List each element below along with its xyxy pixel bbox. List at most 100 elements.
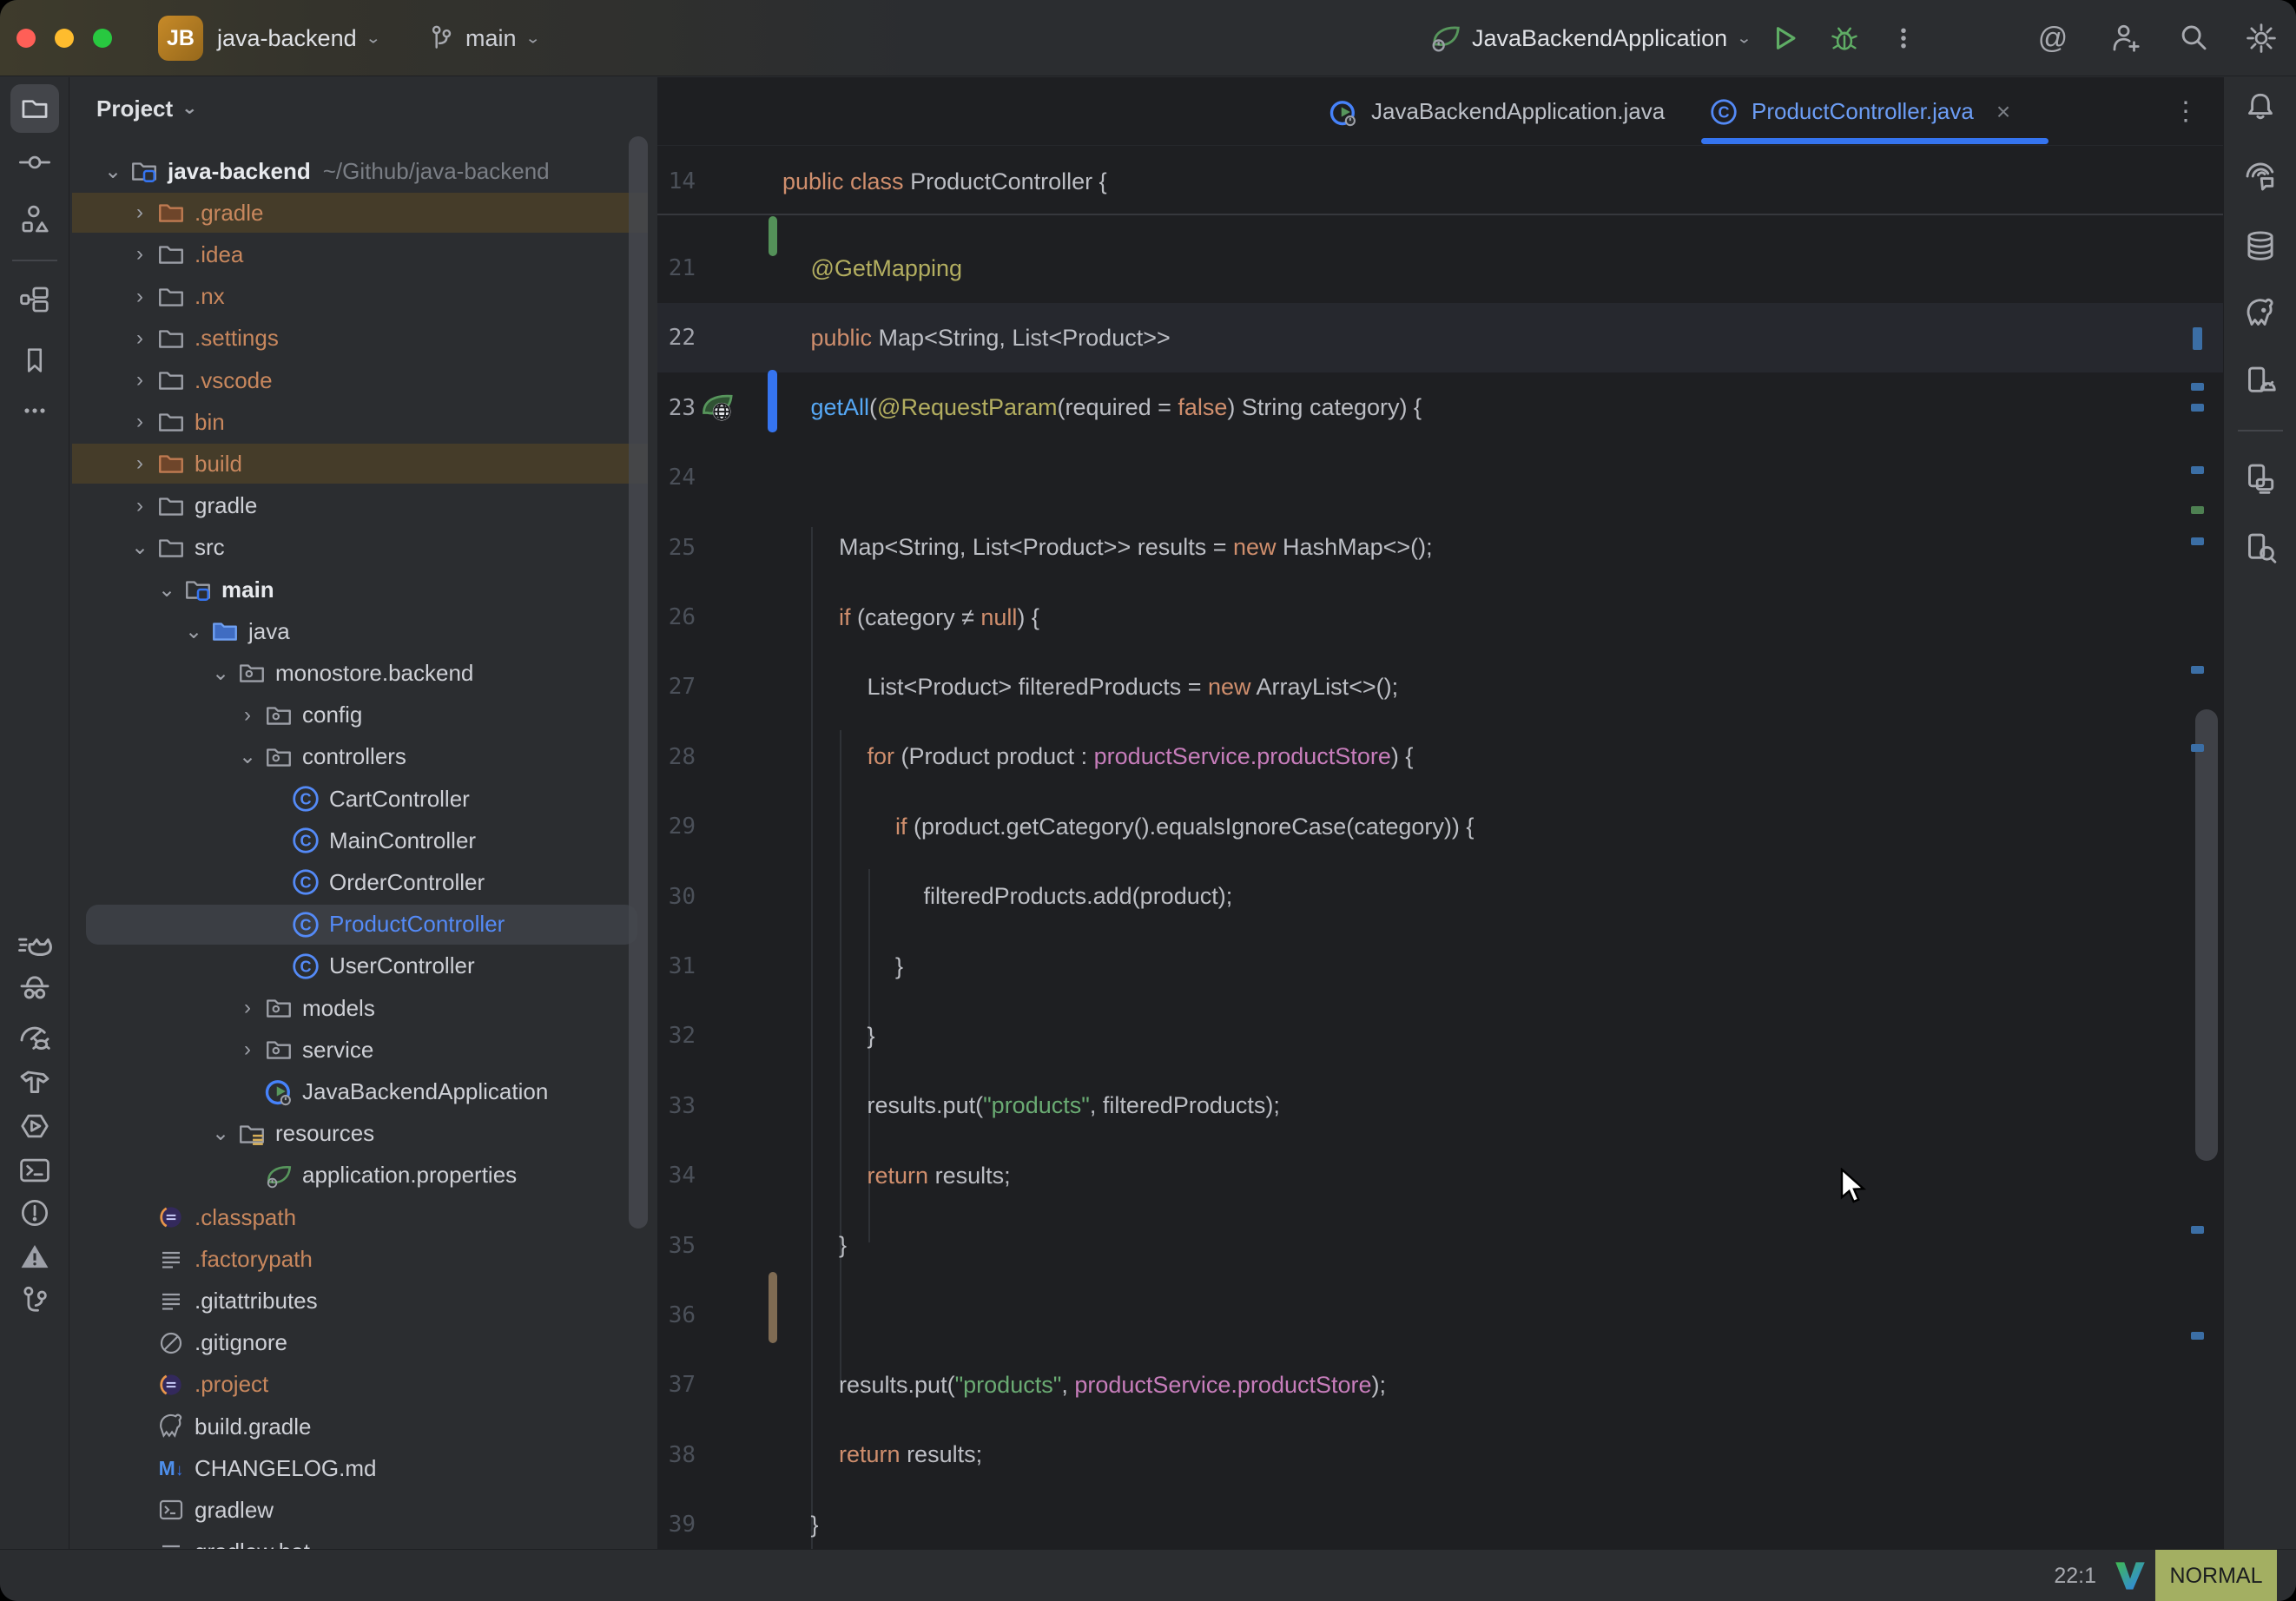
profiler-icon[interactable] bbox=[16, 1017, 54, 1055]
search-icon[interactable] bbox=[2176, 21, 2211, 56]
tree-item--project[interactable]: .project bbox=[70, 1364, 656, 1406]
line-number[interactable]: 39 bbox=[657, 1490, 696, 1549]
run-config-selector[interactable]: JavaBackendApplication ⌄ bbox=[1428, 0, 1752, 76]
stripe-mark-changed[interactable] bbox=[2191, 744, 2204, 752]
spring-request-mapping-icon[interactable] bbox=[699, 389, 737, 427]
project-folder-icon[interactable] bbox=[10, 84, 59, 133]
terminal-icon[interactable] bbox=[16, 1151, 54, 1189]
run-services-icon[interactable] bbox=[16, 1107, 54, 1145]
code-line-28[interactable]: 28for (Product product : productService.… bbox=[657, 722, 2223, 792]
windows-icon[interactable] bbox=[16, 280, 54, 319]
gradle-icon[interactable] bbox=[2241, 294, 2280, 333]
line-number[interactable]: 33 bbox=[657, 1071, 696, 1141]
line-number[interactable]: 32 bbox=[657, 1001, 696, 1071]
tree-item--vscode[interactable]: ›.vscode bbox=[70, 359, 656, 401]
code-line-31[interactable]: 31} bbox=[657, 932, 2223, 1001]
code-line-21[interactable]: 21@GetMapping bbox=[657, 234, 2223, 303]
more-tools-icon[interactable] bbox=[16, 392, 54, 430]
stripe-mark-changed[interactable] bbox=[2191, 537, 2204, 545]
tree-item-gradlew[interactable]: gradlew bbox=[70, 1489, 656, 1531]
tree-item-usercontroller[interactable]: CUserController bbox=[70, 945, 656, 987]
code-line-30[interactable]: 30filteredProducts.add(product); bbox=[657, 862, 2223, 932]
chevron-expanded-icon[interactable]: ⌄ bbox=[206, 1121, 235, 1146]
chevron-collapsed-icon[interactable]: › bbox=[233, 996, 262, 1020]
code-line-37[interactable]: 37results.put("products", productService… bbox=[657, 1350, 2223, 1420]
code-line-27[interactable]: 27List<Product> filteredProducts = new A… bbox=[657, 652, 2223, 721]
line-number[interactable]: 21 bbox=[657, 234, 696, 303]
build-icon[interactable] bbox=[16, 1062, 54, 1100]
tree-item-java[interactable]: ⌄java bbox=[70, 610, 656, 652]
commit-icon[interactable] bbox=[16, 143, 54, 181]
tree-item-cartcontroller[interactable]: CCartController bbox=[70, 778, 656, 820]
tree-item--gradle[interactable]: ›.gradle bbox=[70, 192, 656, 234]
code-line-24[interactable]: 24 bbox=[657, 443, 2223, 512]
add-user-icon[interactable] bbox=[2108, 21, 2143, 56]
chevron-collapsed-icon[interactable]: › bbox=[125, 410, 155, 434]
stripe-mark-changed[interactable] bbox=[2193, 327, 2202, 350]
chevron-collapsed-icon[interactable]: › bbox=[125, 201, 155, 225]
chevron-expanded-icon[interactable]: ⌄ bbox=[152, 577, 181, 603]
stripe-mark-changed[interactable] bbox=[2191, 1332, 2204, 1340]
code-line-29[interactable]: 29if (product.getCategory().equalsIgnore… bbox=[657, 792, 2223, 861]
minimize-window-button[interactable] bbox=[55, 29, 74, 48]
incognito-icon[interactable] bbox=[16, 968, 54, 1006]
vcs-modified-marker[interactable] bbox=[769, 1272, 777, 1343]
line-number[interactable]: 14 bbox=[657, 147, 696, 216]
vcs-added-marker[interactable] bbox=[769, 216, 777, 256]
branch-selector[interactable]: main ⌄ bbox=[424, 0, 541, 76]
tree-item-build-gradle[interactable]: build.gradle bbox=[70, 1406, 656, 1447]
maximize-window-button[interactable] bbox=[93, 29, 112, 48]
sticky-line-class-declaration[interactable]: 14public class ProductController { bbox=[657, 147, 2223, 215]
project-tree-scrollbar[interactable] bbox=[629, 136, 648, 1229]
database-icon[interactable] bbox=[2241, 227, 2280, 265]
code-line-32[interactable]: 32} bbox=[657, 1001, 2223, 1071]
debug-icon[interactable] bbox=[1827, 21, 1862, 56]
tree-item--nx[interactable]: ›.nx bbox=[70, 276, 656, 318]
chevron-collapsed-icon[interactable]: › bbox=[125, 368, 155, 392]
line-number[interactable]: 36 bbox=[657, 1281, 696, 1350]
code-line-26[interactable]: 26if (category ≠ null) { bbox=[657, 583, 2223, 652]
chevron-expanded-icon[interactable]: ⌄ bbox=[206, 661, 235, 686]
tree-item-models[interactable]: ›models bbox=[70, 987, 656, 1029]
line-number[interactable]: 35 bbox=[657, 1211, 696, 1281]
stripe-mark-changed[interactable] bbox=[2191, 1226, 2204, 1234]
ai-chat-icon[interactable] bbox=[2241, 157, 2280, 195]
line-number[interactable]: 27 bbox=[657, 652, 696, 721]
tree-item-bin[interactable]: ›bin bbox=[70, 401, 656, 443]
code-line-22[interactable]: 22public Map<String, List<Product>> bbox=[657, 303, 2223, 372]
tree-item-config[interactable]: ›config bbox=[70, 695, 656, 736]
tree-item-service[interactable]: ›service bbox=[70, 1029, 656, 1071]
tree-item--gitignore[interactable]: .gitignore bbox=[70, 1322, 656, 1364]
close-window-button[interactable] bbox=[16, 29, 36, 48]
chevron-collapsed-icon[interactable]: › bbox=[233, 1038, 262, 1062]
structure-icon[interactable] bbox=[16, 201, 54, 239]
line-number[interactable]: 23 bbox=[657, 373, 696, 443]
line-number[interactable]: 34 bbox=[657, 1141, 696, 1210]
line-number[interactable]: 37 bbox=[657, 1350, 696, 1420]
line-number[interactable]: 24 bbox=[657, 443, 696, 512]
tree-item--factorypath[interactable]: .factorypath bbox=[70, 1238, 656, 1280]
line-number[interactable]: 31 bbox=[657, 932, 696, 1001]
tree-item-ordercontroller[interactable]: COrderController bbox=[70, 861, 656, 903]
line-number[interactable]: 26 bbox=[657, 583, 696, 652]
chevron-collapsed-icon[interactable]: › bbox=[125, 326, 155, 351]
tree-item-main[interactable]: ⌄main bbox=[70, 569, 656, 610]
tab-productcontroller-java-active[interactable]: CProductController.java× bbox=[1706, 77, 2010, 146]
ideavim-v-icon[interactable] bbox=[2114, 1560, 2147, 1591]
notifications-icon[interactable] bbox=[2241, 88, 2280, 126]
chevron-collapsed-icon[interactable]: › bbox=[125, 242, 155, 267]
chevron-collapsed-icon[interactable]: › bbox=[233, 703, 262, 728]
tree-item--classpath[interactable]: .classpath bbox=[70, 1196, 656, 1238]
run-icon[interactable] bbox=[1768, 21, 1803, 56]
tree-item--idea[interactable]: ›.idea bbox=[70, 234, 656, 275]
settings-icon[interactable] bbox=[2244, 21, 2279, 56]
running-devices-icon[interactable] bbox=[2241, 362, 2280, 400]
code-line-39[interactable]: 39} bbox=[657, 1490, 2223, 1549]
tree-item-controllers[interactable]: ⌄controllers bbox=[70, 736, 656, 778]
git-icon[interactable] bbox=[16, 1281, 54, 1320]
project-panel-header[interactable]: Project ⌄ bbox=[96, 89, 198, 128]
line-number[interactable]: 38 bbox=[657, 1420, 696, 1490]
tab-options-icon[interactable]: ⋮ bbox=[2173, 96, 2199, 127]
tree-item-productcontroller[interactable]: CProductController bbox=[70, 904, 656, 945]
project-selector[interactable]: java-backend ⌄ bbox=[217, 0, 381, 76]
